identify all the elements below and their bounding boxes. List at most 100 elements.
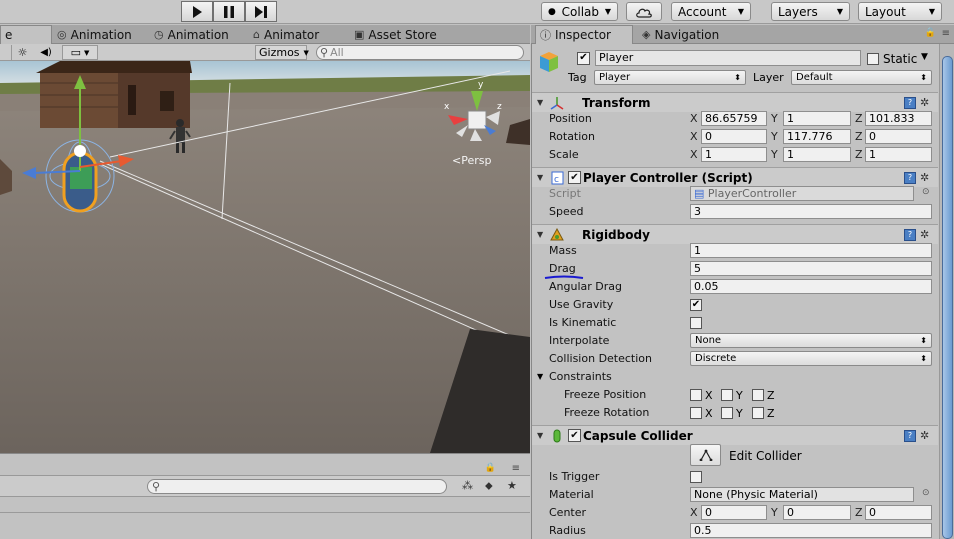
filter-by-label-icon[interactable]: ⬥ <box>485 479 493 493</box>
scale-x-field[interactable]: 1 <box>701 147 767 162</box>
foldout-arrow-icon[interactable]: ▼ <box>537 98 543 107</box>
collab-button[interactable]: ● Collab ▼ <box>541 2 618 21</box>
account-dropdown[interactable]: Account ▼ <box>671 2 751 21</box>
project-search-input[interactable]: ⚲ <box>147 479 447 494</box>
panel-menu-icon[interactable]: ≡ <box>942 28 950 39</box>
play-button[interactable] <box>181 1 213 22</box>
foldout-arrow-icon[interactable]: ▼ <box>537 173 543 182</box>
position-z-field[interactable]: 101.833 <box>865 111 932 126</box>
object-picker-icon[interactable]: ⊙ <box>922 187 930 197</box>
freeze-rotation-y-checkbox[interactable] <box>721 407 733 419</box>
center-y-field[interactable]: 0 <box>783 505 851 520</box>
rigidbody-header[interactable]: ▼ Rigidbody ? ✲ <box>532 224 938 244</box>
edit-collider-button[interactable] <box>690 444 721 466</box>
lock-icon[interactable]: 🔒 <box>485 463 496 473</box>
freeze-rotation-x-checkbox[interactable] <box>690 407 702 419</box>
scene-render: x y z <box>0 61 530 453</box>
object-picker-icon[interactable]: ⊙ <box>922 488 930 498</box>
shading-mode-button[interactable] <box>0 45 8 60</box>
chevron-updown-icon: ⬍ <box>920 336 927 345</box>
collision-detection-dropdown[interactable]: Discrete ⬍ <box>690 351 932 366</box>
freeze-position-y-checkbox[interactable] <box>721 389 733 401</box>
rotation-z-value: 0 <box>869 130 876 143</box>
interpolate-dropdown[interactable]: None ⬍ <box>690 333 932 348</box>
center-x-value: 0 <box>705 506 712 519</box>
freeze-position-x-checkbox[interactable] <box>690 389 702 401</box>
scene-view[interactable]: x y z <Persp <box>0 61 530 453</box>
tab-animator[interactable]: ⌂ Animator <box>249 25 334 44</box>
player-controller-enabled-checkbox[interactable]: ✔ <box>568 171 581 184</box>
freeze-position-z-checkbox[interactable] <box>752 389 764 401</box>
pause-button[interactable] <box>213 1 245 22</box>
filter-by-type-icon[interactable]: ⁂ <box>462 479 473 492</box>
transform-header[interactable]: ▼ Transform ? ✲ <box>532 92 938 112</box>
freeze-rotation-z-checkbox[interactable] <box>752 407 764 419</box>
use-gravity-row: Use Gravity ✔ <box>532 296 938 314</box>
mass-field[interactable]: 1 <box>690 243 932 258</box>
interpolate-row: Interpolate None ⬍ <box>532 332 938 350</box>
chevron-down-icon[interactable]: ▼ <box>921 52 928 62</box>
position-y-field[interactable]: 1 <box>783 111 851 126</box>
gameobject-name-field[interactable]: Player <box>595 50 861 66</box>
position-x-value: 86.65759 <box>705 112 758 125</box>
angular-drag-field[interactable]: 0.05 <box>690 279 932 294</box>
axis-y-label: Y <box>771 506 778 519</box>
tab-asset-store[interactable]: ▣ Asset Store <box>350 25 450 44</box>
tag-dropdown[interactable]: Player ⬍ <box>594 70 746 85</box>
drag-field[interactable]: 5 <box>690 261 932 276</box>
foldout-arrow-icon[interactable]: ▼ <box>537 230 543 239</box>
player-controller-header[interactable]: ▼ c ✔ Player Controller (Script) ? ✲ <box>532 167 938 187</box>
rotation-x-field[interactable]: 0 <box>701 129 767 144</box>
gear-icon[interactable]: ✲ <box>920 96 929 109</box>
gear-icon[interactable]: ✲ <box>920 228 929 241</box>
inspector-scrollbar[interactable] <box>939 44 954 539</box>
layout-dropdown[interactable]: Layout ▼ <box>858 2 942 21</box>
gizmos-dropdown[interactable]: Gizmos ▼ <box>255 45 309 60</box>
static-checkbox[interactable] <box>867 53 879 65</box>
help-book-icon[interactable]: ? <box>904 228 916 241</box>
inspector-scrollbar-thumb[interactable] <box>942 56 953 539</box>
gameobject-active-checkbox[interactable]: ✔ <box>577 52 590 65</box>
tab-animation-2[interactable]: ◷ Animation <box>150 25 240 44</box>
lock-icon[interactable]: 🔒 <box>925 28 936 38</box>
tab-inspector[interactable]: ⓘ Inspector <box>535 25 633 44</box>
use-gravity-checkbox[interactable]: ✔ <box>690 299 702 311</box>
center-z-field[interactable]: 0 <box>865 505 932 520</box>
favorite-star-icon[interactable]: ★ <box>507 479 517 492</box>
capsule-collider-enabled-checkbox[interactable]: ✔ <box>568 429 581 442</box>
panel-menu-icon[interactable]: ≡ <box>512 463 520 474</box>
persp-label[interactable]: <Persp <box>452 154 491 167</box>
tab-navigation[interactable]: ◈ Navigation <box>638 25 738 44</box>
capsule-collider-header[interactable]: ▼ ✔ Capsule Collider ? ✲ <box>532 425 938 445</box>
tab-animation-1[interactable]: ◎ Animation <box>53 25 141 44</box>
cloud-button[interactable] <box>626 2 662 21</box>
material-field[interactable]: None (Physic Material) <box>690 487 914 502</box>
rotation-y-field[interactable]: 117.776 <box>783 129 851 144</box>
foldout-arrow-icon[interactable]: ▼ <box>537 372 543 381</box>
scene-search-input[interactable]: ⚲ All <box>316 45 524 60</box>
layers-dropdown[interactable]: Layers ▼ <box>771 2 850 21</box>
scale-z-field[interactable]: 1 <box>865 147 932 162</box>
rotation-z-field[interactable]: 0 <box>865 129 932 144</box>
center-x-field[interactable]: 0 <box>701 505 767 520</box>
speed-field[interactable]: 3 <box>690 204 932 219</box>
audio-toggle[interactable]: ◀) <box>36 45 56 60</box>
tab-scene[interactable]: e <box>0 25 52 44</box>
radius-field[interactable]: 0.5 <box>690 523 932 538</box>
lighting-toggle[interactable]: ☼ <box>11 45 33 60</box>
help-book-icon[interactable]: ? <box>904 96 916 109</box>
help-book-icon[interactable]: ? <box>904 429 916 442</box>
constraints-row[interactable]: ▼ Constraints <box>532 368 938 386</box>
help-book-icon[interactable]: ? <box>904 171 916 184</box>
effects-dropdown[interactable]: ▭ ▼ <box>62 45 98 60</box>
gear-icon[interactable]: ✲ <box>920 429 929 442</box>
is-trigger-checkbox[interactable] <box>690 471 702 483</box>
layer-dropdown[interactable]: Default ⬍ <box>791 70 932 85</box>
gear-icon[interactable]: ✲ <box>920 171 929 184</box>
is-kinematic-checkbox[interactable] <box>690 317 702 329</box>
foldout-arrow-icon[interactable]: ▼ <box>537 431 543 440</box>
scale-y-field[interactable]: 1 <box>783 147 851 162</box>
script-field[interactable]: ▤ PlayerController <box>690 186 914 201</box>
position-x-field[interactable]: 86.65759 <box>701 111 767 126</box>
step-button[interactable] <box>245 1 277 22</box>
